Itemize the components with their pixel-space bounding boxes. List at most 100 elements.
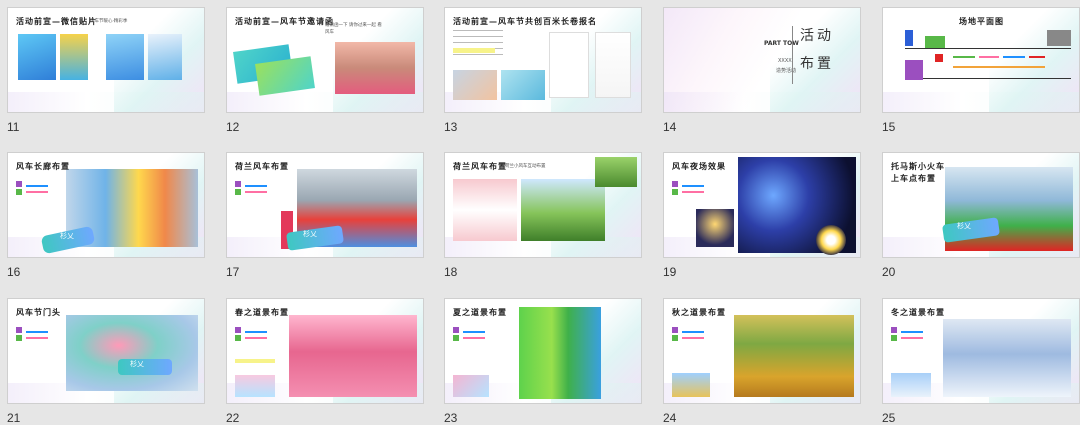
section-title: 活动 bbox=[800, 28, 834, 44]
slide-21[interactable]: 风车节门头 杉乂 21 bbox=[7, 298, 205, 425]
map-path bbox=[953, 56, 975, 58]
slide-20[interactable]: 托马斯小火车 上车点布置 杉乂 20 bbox=[882, 152, 1080, 279]
slide-thumbnail[interactable]: 春之道景布置 bbox=[226, 298, 424, 404]
slide-thumbnail[interactable]: 荷兰风车布置 荷兰小风车互动布置 bbox=[444, 152, 642, 258]
slide-19[interactable]: 风车夜场效果 19 bbox=[663, 152, 861, 279]
slide-number: 17 bbox=[226, 265, 240, 279]
slide-title: 夏之道景布置 bbox=[453, 308, 507, 317]
invitation-card bbox=[255, 56, 315, 96]
divider bbox=[792, 26, 793, 84]
slide-thumbnail[interactable]: 风车长廊布置 杉乂 bbox=[7, 152, 205, 258]
slide-25[interactable]: 冬之道景布置 25 bbox=[882, 298, 1080, 425]
part-label: PART TOW bbox=[764, 40, 799, 47]
photo-image bbox=[453, 179, 517, 241]
slide-title: 荷兰风车布置 bbox=[235, 162, 289, 171]
section-small: XXXX bbox=[778, 58, 792, 64]
photo-image bbox=[595, 157, 637, 187]
photo-image bbox=[501, 70, 545, 100]
map-path bbox=[1003, 56, 1025, 58]
map-road bbox=[905, 48, 1071, 49]
slide-thumbnail[interactable]: 活动前宣—风车节邀请函 邀请函一下 请你过来一起 看风车 bbox=[226, 7, 424, 113]
slide-title: 秋之道景布置 bbox=[672, 308, 726, 317]
banner-graphic bbox=[40, 225, 96, 255]
slide-17[interactable]: 荷兰风车布置 杉乂 17 bbox=[226, 152, 424, 279]
slide-thumbnail[interactable]: 风车节门头 杉乂 bbox=[7, 298, 205, 404]
slide-number: 11 bbox=[7, 120, 20, 134]
banner-text: 杉乂 bbox=[957, 222, 971, 230]
slide-title-line2: 上车点布置 bbox=[891, 174, 936, 183]
slide-thumbnail[interactable]: 场地平面图 bbox=[882, 7, 1080, 113]
slide-title: 活动前宣—风车节邀请函 bbox=[235, 17, 334, 26]
map-block bbox=[925, 36, 945, 48]
slide-number: 16 bbox=[7, 265, 21, 279]
slide-thumbnail[interactable]: 托马斯小火车 上车点布置 杉乂 bbox=[882, 152, 1080, 258]
slide-thumbnail[interactable]: 活动前宣—微信贴片 风车节暖心·精彩季 bbox=[7, 7, 205, 113]
slide-number: 22 bbox=[226, 411, 240, 425]
photo-image bbox=[235, 375, 275, 397]
slide-14[interactable]: PART TOW 活动 布置 XXXX 造势活动 14 bbox=[663, 7, 861, 134]
slide-thumbnail[interactable]: 冬之道景布置 bbox=[882, 298, 1080, 404]
legend-icon bbox=[672, 327, 706, 349]
slide-number: 19 bbox=[663, 265, 677, 279]
slide-13[interactable]: 活动前宣—风车节共创百米长卷报名 13 bbox=[444, 7, 642, 134]
photo-image bbox=[521, 179, 605, 241]
slide-number: 24 bbox=[663, 411, 677, 425]
phone-screenshot bbox=[595, 32, 631, 98]
banner-text: 杉乂 bbox=[130, 360, 144, 368]
slide-note: 荷兰小风车互动布置 bbox=[505, 164, 546, 169]
slide-thumbnail[interactable]: 夏之道景布置 bbox=[444, 298, 642, 404]
legend-icon bbox=[235, 181, 269, 203]
legend-icon bbox=[453, 327, 487, 349]
photo-image bbox=[672, 373, 710, 397]
photo-image bbox=[289, 315, 417, 397]
slide-12[interactable]: 活动前宣—风车节邀请函 邀请函一下 请你过来一起 看风车 12 bbox=[226, 7, 424, 134]
slide-title: 场地平面图 bbox=[959, 17, 1004, 26]
section-title: 布置 bbox=[800, 56, 834, 72]
slide-22[interactable]: 春之道景布置 22 bbox=[226, 298, 424, 425]
photo-image bbox=[335, 42, 415, 94]
photo-image bbox=[943, 319, 1071, 397]
slide-thumbnail[interactable]: 秋之道景布置 bbox=[663, 298, 861, 404]
slide-11[interactable]: 活动前宣—微信贴片 风车节暖心·精彩季 11 bbox=[7, 7, 205, 134]
slide-number: 15 bbox=[882, 120, 896, 134]
legend-icon bbox=[672, 181, 706, 203]
photo-image bbox=[519, 307, 601, 399]
slide-note: 邀请函一下 请你过来一起 看风车 bbox=[325, 23, 382, 35]
slide-thumbnail[interactable]: 荷兰风车布置 杉乂 bbox=[226, 152, 424, 258]
photo-image bbox=[816, 225, 846, 255]
photo-image bbox=[453, 375, 489, 397]
slide-thumbnail[interactable]: 风车夜场效果 bbox=[663, 152, 861, 258]
slide-number: 12 bbox=[226, 120, 240, 134]
banner-graphic bbox=[118, 359, 172, 375]
highlight-bar bbox=[453, 48, 495, 53]
slide-number: 13 bbox=[444, 120, 458, 134]
slide-16[interactable]: 风车长廊布置 杉乂 16 bbox=[7, 152, 205, 279]
slide-15[interactable]: 场地平面图 15 bbox=[882, 7, 1080, 134]
slide-thumbnail[interactable]: 活动前宣—风车节共创百米长卷报名 bbox=[444, 7, 642, 113]
photo-image bbox=[66, 315, 198, 391]
highlight-bar bbox=[235, 359, 275, 363]
slide-number: 20 bbox=[882, 265, 896, 279]
slide-title: 风车长廊布置 bbox=[16, 162, 70, 171]
phone-screenshot bbox=[549, 32, 589, 98]
poster-image bbox=[60, 34, 88, 80]
slide-title: 荷兰风车布置 bbox=[453, 162, 507, 171]
map-path bbox=[1029, 56, 1045, 58]
slide-number: 18 bbox=[444, 265, 458, 279]
slide-thumbnail[interactable]: PART TOW 活动 布置 XXXX 造势活动 bbox=[663, 7, 861, 113]
banner-text: 杉乂 bbox=[303, 230, 317, 238]
slide-23[interactable]: 夏之道景布置 23 bbox=[444, 298, 642, 425]
slide-title: 活动前宣—风车节共创百米长卷报名 bbox=[453, 17, 597, 26]
slide-number: 14 bbox=[663, 120, 677, 134]
photo-image bbox=[696, 209, 734, 247]
poster-image bbox=[106, 34, 144, 80]
slide-title: 春之道景布置 bbox=[235, 308, 289, 317]
map-block bbox=[905, 30, 913, 46]
legend-icon bbox=[891, 327, 925, 349]
slide-title: 冬之道景布置 bbox=[891, 308, 945, 317]
legend-icon bbox=[16, 181, 50, 203]
photo-image bbox=[734, 315, 854, 397]
slide-24[interactable]: 秋之道景布置 24 bbox=[663, 298, 861, 425]
slide-18[interactable]: 荷兰风车布置 荷兰小风车互动布置 18 bbox=[444, 152, 642, 279]
map-block bbox=[905, 60, 923, 80]
